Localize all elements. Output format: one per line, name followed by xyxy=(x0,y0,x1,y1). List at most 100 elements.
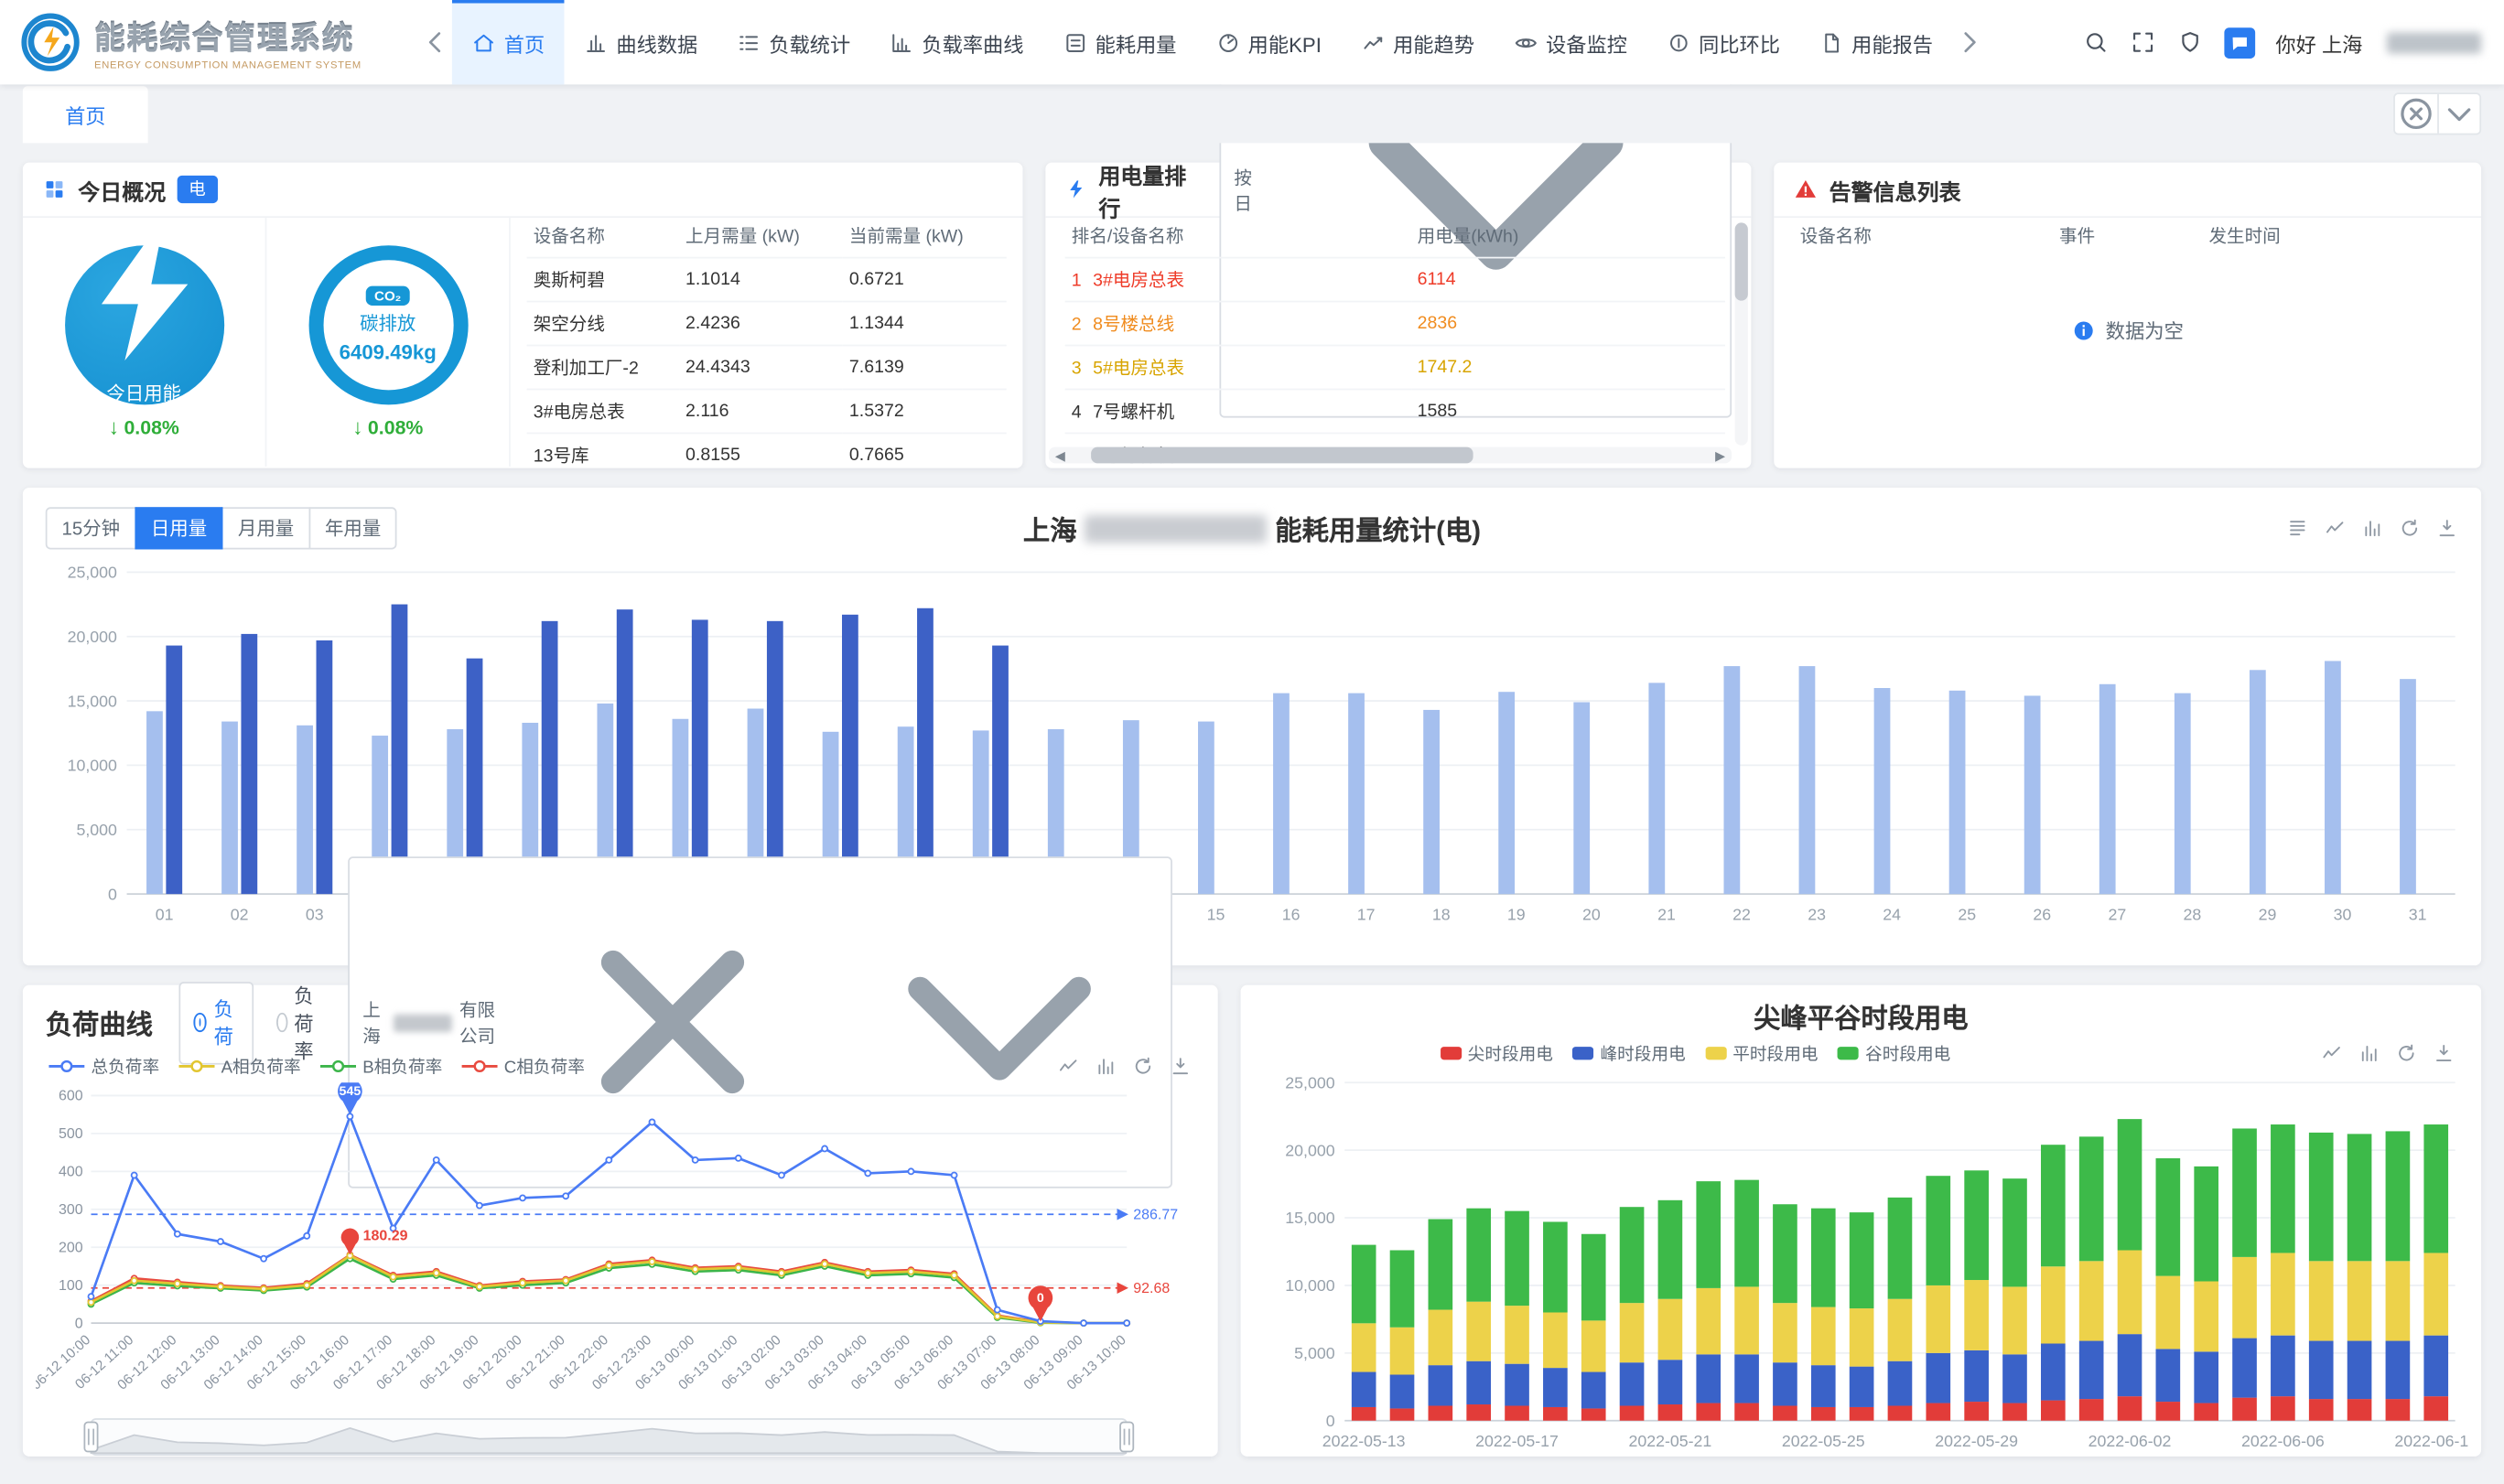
stacked-bar-segment xyxy=(1888,1198,1913,1299)
scrollbar-thumb[interactable] xyxy=(1735,222,1748,300)
tab-menu-chevron-down-icon[interactable] xyxy=(2437,94,2479,134)
rank-name-cell: 28号楼总线 xyxy=(1065,301,1411,345)
legend-marker xyxy=(178,1059,214,1075)
table-cell: 1.1014 xyxy=(679,257,843,301)
bar xyxy=(842,615,858,894)
legend-item-峰时段用电[interactable]: 峰时段用电 xyxy=(1572,1041,1685,1066)
nav-item-用能趋势[interactable]: 用能趋势 xyxy=(1341,0,1494,84)
ranking-table: 排名/设备名称用电量(kWh)13#电房总表611428号楼总线283635#电… xyxy=(1065,221,1725,467)
alarm-list-card: 告警信息列表 设备名称事件发生时间 数据为空 xyxy=(1774,163,2481,468)
refresh-icon[interactable] xyxy=(2398,517,2421,540)
stacked-bar-segment xyxy=(1505,1211,1529,1306)
company-select[interactable]: 上海 有限公司 xyxy=(348,857,1172,1188)
range-button-年用量[interactable]: 年用量 xyxy=(308,507,397,549)
legend-item-尖时段用电[interactable]: 尖时段用电 xyxy=(1440,1041,1552,1066)
nav-scroll-left-icon[interactable] xyxy=(419,0,452,84)
horizontal-scrollbar[interactable]: ◀ ▶ xyxy=(1049,447,1732,464)
vertical-scrollbar[interactable] xyxy=(1735,222,1748,445)
stacked-bar-segment xyxy=(1620,1207,1645,1303)
datazoom-handle[interactable] xyxy=(1120,1423,1133,1452)
nav-item-首页[interactable]: 首页 xyxy=(452,0,565,84)
bar xyxy=(1949,691,1966,894)
nav-item-用能报告[interactable]: 用能报告 xyxy=(1799,0,1952,84)
legend-item-C相负荷率[interactable]: C相负荷率 xyxy=(462,1054,585,1079)
close-tabs-icon[interactable] xyxy=(2395,94,2437,134)
table-row: 3#电房总表2.1161.5372 xyxy=(527,389,1007,433)
svg-text:180.29: 180.29 xyxy=(363,1228,408,1243)
legend-item-平时段用电[interactable]: 平时段用电 xyxy=(1705,1041,1818,1066)
stacked-bar-segment xyxy=(1581,1372,1606,1409)
stacked-bar-segment xyxy=(1429,1220,1453,1310)
range-button-15分钟[interactable]: 15分钟 xyxy=(46,507,136,549)
legend-item-A相负荷率[interactable]: A相负荷率 xyxy=(178,1054,300,1079)
card-title: 负荷曲线 xyxy=(46,1003,153,1042)
line-toggle-icon[interactable] xyxy=(1057,1055,1080,1078)
bar xyxy=(1198,722,1214,895)
scrollbar-thumb[interactable] xyxy=(1091,447,1473,464)
nav-scroll-right-icon[interactable] xyxy=(1952,0,1985,84)
legend-item-B相负荷率[interactable]: B相负荷率 xyxy=(320,1054,442,1079)
line-toggle-icon[interactable] xyxy=(2324,517,2347,540)
stacked-bar-segment xyxy=(2194,1351,2218,1403)
line-toggle-icon[interactable] xyxy=(2320,1042,2343,1065)
stacked-bar-segment xyxy=(2118,1396,2142,1421)
chart-toolbar xyxy=(2320,1042,2455,1065)
tab-home[interactable]: 首页 xyxy=(23,86,148,143)
chart-toolbar xyxy=(2286,517,2458,540)
bar-chart-icon xyxy=(584,30,609,55)
svg-text:24: 24 xyxy=(1883,906,1901,924)
nav-item-能耗用量[interactable]: 能耗用量 xyxy=(1043,0,1196,84)
svg-text:2022-05-17: 2022-05-17 xyxy=(1475,1432,1559,1450)
nav-item-负载统计[interactable]: 负载统计 xyxy=(718,0,870,84)
scroll-right-arrow-icon[interactable]: ▶ xyxy=(1709,447,1732,464)
bar-toggle-icon[interactable] xyxy=(1095,1055,1117,1078)
carbon-label: 碳排放 xyxy=(360,310,416,336)
range-button-月用量[interactable]: 月用量 xyxy=(221,507,310,549)
datazoom-handle[interactable] xyxy=(84,1423,97,1452)
app-root: 能耗综合管理系统 ENERGY CONSUMPTION MANAGEMENT S… xyxy=(0,0,2504,1484)
report-icon xyxy=(1819,30,1844,55)
theme-shield-icon[interactable] xyxy=(2176,29,2202,55)
marker-pin xyxy=(341,1229,360,1255)
download-icon[interactable] xyxy=(2435,517,2458,540)
radio-label: 负荷 xyxy=(214,995,240,1049)
datazoom-slider[interactable] xyxy=(36,1417,1204,1457)
refresh-icon[interactable] xyxy=(1132,1055,1155,1078)
radio-label: 负荷率 xyxy=(294,981,322,1064)
stacked-bar-segment xyxy=(1620,1362,1645,1405)
load-curve-chart[interactable]: 010020030040050060006-12 10:0006-12 11:0… xyxy=(36,1082,1204,1417)
svg-text:10,000: 10,000 xyxy=(68,757,117,775)
bar xyxy=(221,722,238,895)
table-cell: 13号库 xyxy=(527,433,679,467)
svg-text:30: 30 xyxy=(2334,906,2352,924)
download-icon[interactable] xyxy=(1169,1055,1192,1078)
legend-item-谷时段用电[interactable]: 谷时段用电 xyxy=(1838,1041,1950,1066)
radio-负荷率[interactable]: 负荷率 xyxy=(276,981,322,1064)
stacked-bar-segment xyxy=(2423,1396,2448,1421)
stacked-bar-segment xyxy=(2002,1354,2027,1403)
nav-item-曲线数据[interactable]: 曲线数据 xyxy=(565,0,718,84)
search-icon[interactable] xyxy=(2082,29,2108,55)
peak-valley-chart[interactable]: 05,00010,00015,00020,00025,0002022-05-13… xyxy=(1254,1070,2468,1466)
svg-text:29: 29 xyxy=(2259,906,2277,924)
bar-toggle-icon[interactable] xyxy=(2361,517,2384,540)
download-icon[interactable] xyxy=(2433,1042,2455,1065)
nav-item-设备监控[interactable]: 设备监控 xyxy=(1494,0,1646,84)
scroll-left-arrow-icon[interactable]: ◀ xyxy=(1049,447,1072,464)
message-icon[interactable] xyxy=(2224,27,2255,58)
stacked-bar-segment xyxy=(2156,1158,2181,1276)
fullscreen-icon[interactable] xyxy=(2129,29,2154,55)
refresh-icon[interactable] xyxy=(2395,1042,2418,1065)
range-button-日用量[interactable]: 日用量 xyxy=(135,507,223,549)
nav-item-用能KPI[interactable]: 用能KPI xyxy=(1196,0,1341,84)
nav-item-负载率曲线[interactable]: 负载率曲线 xyxy=(870,0,1043,84)
column-header: 用电量(kWh) xyxy=(1411,221,1725,258)
stacked-bar-segment xyxy=(1926,1285,1950,1353)
bar-toggle-icon[interactable] xyxy=(2358,1042,2380,1065)
legend-item-总负荷率[interactable]: 总负荷率 xyxy=(49,1054,159,1079)
radio-负荷[interactable]: 负荷 xyxy=(178,981,254,1064)
stacked-bar-segment xyxy=(2271,1253,2295,1335)
data-view-icon[interactable] xyxy=(2286,517,2309,540)
nav-item-同比环比[interactable]: 同比环比 xyxy=(1646,0,1799,84)
stacked-bar-segment xyxy=(2156,1402,2181,1421)
